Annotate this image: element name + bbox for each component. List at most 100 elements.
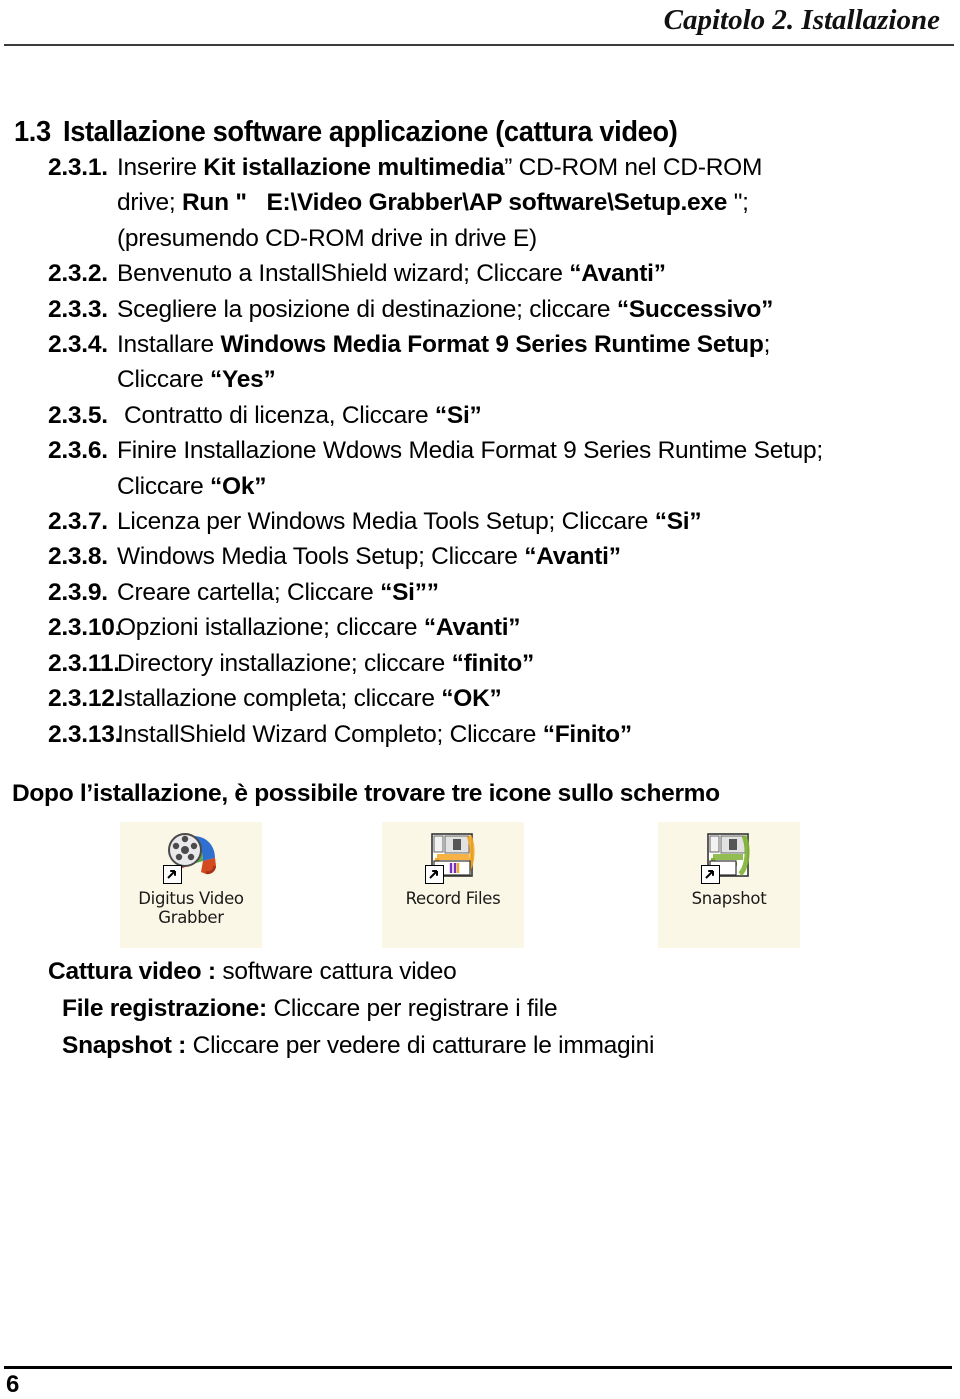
instruction-step: 2.3.1. Inserire Kit istallazione multimed… [0,150,960,256]
emphasis-text: “Avanti” [524,543,621,571]
step-text-line: Windows Media Tools Setup; Cliccare “Ava… [117,539,960,574]
instruction-step: 2.3.2. Benvenuto a InstallShield wizard; … [0,256,960,291]
step-text: Istallazione completa; cliccare “OK” [117,681,960,716]
legend-description: software cattura video [215,958,457,985]
plain-text: ; [763,331,771,359]
instruction-step: 2.3.11. Directory installazione; cliccare… [0,646,960,681]
instruction-step: 2.3.4. Installare Windows Media Format 9 … [0,327,960,398]
plain-text [247,189,267,216]
desktop-icons-strip: Digitus Video Grabber Record Files Snaps… [120,822,810,950]
icon-legend-list: Cattura video : software cattura video Fi… [48,953,654,1064]
plain-text: Installare [117,331,221,359]
plain-text: Directory installazione; cliccare [117,649,452,677]
step-number: 2.3.7. [48,508,108,536]
instruction-step: 2.3.9. Creare cartella; Cliccare “Si”” [0,575,960,610]
legend-term: Snapshot : [62,1032,187,1059]
step-text-line: Directory installazione; cliccare “finit… [117,646,960,681]
step-number: 2.3.10. [48,614,122,642]
plain-text: Cliccare [117,366,211,394]
step-text-line: Installare Windows Media Format 9 Series… [117,327,960,362]
step-text-line: Opzioni istallazione; cliccare “Avanti” [117,610,960,645]
step-number: 2.3.13. [48,720,122,748]
step-text: Contratto di licenza, Cliccare “Si” [117,398,960,433]
step-number: 2.3.4. [48,331,108,359]
step-number: 2.3.6. [48,437,108,465]
desktop-icon-snapshot[interactable]: Snapshot [658,822,800,948]
step-number: 2.3.12. [48,685,122,713]
step-text-line: Finire Installazione Wdows Media Format … [117,433,960,468]
step-text: Opzioni istallazione; cliccare “Avanti” [117,610,960,645]
instruction-step: 2.3.3. Scegliere la posizione di destinaz… [0,292,960,327]
legend-row: File registrazione: Cliccare per registr… [48,990,654,1027]
shortcut-arrow-icon [701,865,720,884]
emphasis-text: Kit istallazione multimedia [203,154,505,181]
footer-divider [4,1366,952,1369]
step-text: Installare Windows Media Format 9 Series… [117,327,960,398]
desktop-icon-digitus-video-grabber[interactable]: Digitus Video Grabber [120,822,262,948]
step-text: Scegliere la posizione di destinazione; … [117,292,960,327]
step-text-line: drive; Run " E:\Video Grabber\AP softwar… [117,185,960,220]
step-text-line: (presumendo CD-ROM drive in drive E) [117,221,960,256]
legend-row: Snapshot : Cliccare per vedere di cattur… [48,1027,654,1064]
step-text-line: Inserire Kit istallazione multimedia” CD… [117,150,960,185]
plain-text: Contratto di licenza, Cliccare [124,401,435,429]
instruction-step: 2.3.5. Contratto di licenza, Cliccare “Si… [0,398,960,433]
plain-text: Inserire [117,154,204,181]
instruction-step-list: 2.3.1. Inserire Kit istallazione multimed… [0,150,960,752]
emphasis-text: “Ok” [210,472,267,500]
step-text-line: Scegliere la posizione di destinazione; … [117,292,960,327]
legend-row: Cattura video : software cattura video [48,953,654,990]
emphasis-text: “finito” [451,649,535,677]
page-number: 6 [6,1371,20,1398]
legend-description: Cliccare per vedere di catturare le imma… [186,1032,655,1059]
step-number: 2.3.1. [48,154,108,181]
step-number: 2.3.8. [48,543,108,571]
legend-term: File registrazione: [62,995,267,1022]
plain-text: Opzioni istallazione; cliccare [117,614,424,642]
emphasis-text: E:\Video Grabber\AP software\Setup.exe [266,189,728,217]
emphasis-text: “Si”” [380,578,439,606]
step-text: Inserire Kit istallazione multimedia” CD… [117,150,960,256]
step-text-line: Istallazione completa; cliccare “OK” [117,681,960,716]
emphasis-text: “Yes” [210,366,276,394]
film-reel-icon [163,828,219,884]
running-header-title: Capitolo 2. Istallazione [663,4,940,36]
emphasis-text: Run " [181,189,247,217]
plain-text: Benvenuto a InstallShield wizard; Clicca… [117,260,570,288]
desktop-icon-label: Snapshot [691,889,767,908]
plain-text: Creare cartella; Cliccare [117,578,381,606]
plain-text: Licenza per Windows Media Tools Setup; C… [117,508,655,536]
folder-snapshot-icon [701,828,757,884]
instruction-step: 2.3.8. Windows Media Tools Setup; Cliccar… [0,539,960,574]
step-number: 2.3.9. [48,578,108,606]
plain-text: Istallazione completa; cliccare [117,685,442,713]
folder-record-files-icon [425,828,481,884]
section-title: Istallazione software applicazione (catt… [62,116,678,149]
plain-text: Scegliere la posizione di destinazione; … [117,295,617,323]
plain-text: InstallShield Wizard Completo; Cliccare [117,720,543,748]
desktop-icon-label: Record Files [405,889,501,908]
plain-text: ” CD-ROM nel CD-ROM [504,154,763,181]
emphasis-text: “Avanti” [569,260,666,288]
emphasis-text: “Si” [434,401,482,429]
desktop-icon-record-files[interactable]: Record Files [382,822,524,948]
instruction-step: 2.3.13. InstallShield Wizard Completo; Cl… [0,717,960,752]
step-number: 2.3.2. [48,260,108,288]
instruction-step: 2.3.6. Finire Installazione Wdows Media F… [0,433,960,504]
step-number: 2.3.5. [48,401,108,429]
legend-term: Cattura video : [48,958,216,985]
post-install-note: Dopo l’istallazione, è possibile trovare… [12,780,720,807]
step-text-line: InstallShield Wizard Completo; Cliccare … [117,717,960,752]
plain-text: Cliccare [117,472,211,500]
header-divider [4,44,954,46]
step-text-line: Cliccare “Ok” [117,469,960,504]
step-text-line: Licenza per Windows Media Tools Setup; C… [117,504,960,539]
step-text-line: Cliccare “Yes” [117,362,960,397]
page-title: 1.3 Istallazione software applicazione (c… [14,115,678,149]
step-text-line: Contratto di licenza, Cliccare “Si” [117,398,960,433]
step-text: Directory installazione; cliccare “finit… [117,646,960,681]
step-text: Windows Media Tools Setup; Cliccare “Ava… [117,539,960,574]
step-text-line: Benvenuto a InstallShield wizard; Clicca… [117,256,960,291]
shortcut-arrow-icon [425,865,444,884]
emphasis-text: “Si” [654,508,702,536]
